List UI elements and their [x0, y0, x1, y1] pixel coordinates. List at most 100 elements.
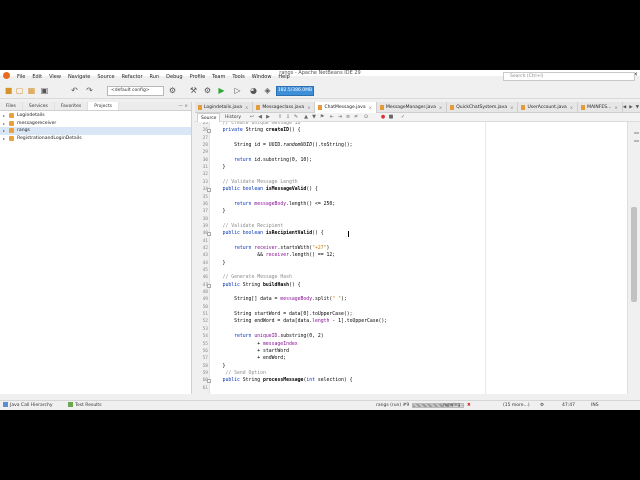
editor-tab-label: UserAccount.java — [527, 105, 567, 110]
project-item[interactable]: ▸ Logindetails — [0, 112, 191, 120]
project-item[interactable]: ▸ RegistrationandLoginDetails — [0, 135, 191, 143]
editor-scrollbar[interactable] — [627, 122, 640, 394]
close-tab-icon[interactable]: × — [614, 105, 617, 110]
toggle-bookmark-icon[interactable]: ⚑ — [319, 114, 325, 120]
menu-window[interactable]: Window — [252, 74, 272, 80]
java-file-icon — [198, 105, 202, 110]
menu-team[interactable]: Team — [212, 74, 225, 80]
debug-icon[interactable]: ▷ — [233, 86, 242, 95]
back-icon[interactable]: ◀ — [257, 114, 263, 120]
toggle-highlight-icon[interactable]: ✎ — [293, 114, 299, 120]
config-gear-icon[interactable]: ⚙ — [168, 86, 177, 95]
last-edit-icon[interactable]: ↩ — [249, 114, 255, 120]
menu-profile[interactable]: Profile — [190, 74, 206, 80]
editor-tab[interactable]: MessageManager.java × — [377, 102, 448, 113]
menu-file[interactable]: File — [17, 74, 25, 80]
code-text: public String processMessage(int selecti… — [222, 378, 353, 384]
fold-toggle-icon[interactable]: - — [207, 129, 211, 134]
fold-toggle-icon[interactable]: - — [207, 379, 211, 384]
run-icon[interactable]: ▶ — [217, 86, 226, 95]
scroll-right-icon[interactable]: ▶ — [629, 105, 632, 110]
error-stripe-mark — [634, 140, 639, 142]
close-tab-icon[interactable]: × — [510, 105, 513, 110]
tab-files[interactable]: Files — [0, 102, 23, 110]
fold-toggle-icon[interactable]: - — [207, 188, 211, 193]
shift-right-icon[interactable]: ⇥ — [337, 114, 343, 120]
new-file-icon[interactable]: ▢ — [15, 86, 24, 95]
profile-icon[interactable]: ◕ — [249, 86, 258, 95]
close-tab-icon[interactable]: × — [307, 105, 310, 110]
close-tab-icon[interactable]: × — [369, 105, 372, 110]
next-bookmark-icon[interactable]: ▼ — [311, 114, 317, 120]
menu-tools[interactable]: Tools — [232, 74, 244, 80]
editor-tab-label: QuickChatSystem.java — [456, 105, 508, 110]
close-tab-icon[interactable]: × — [570, 105, 573, 110]
search-input[interactable]: Search (Ctrl+I) — [503, 72, 635, 81]
redo-icon[interactable]: ↷ — [85, 86, 94, 95]
source-tab[interactable]: Source — [197, 113, 221, 122]
menu-navigate[interactable]: Navigate — [68, 74, 90, 80]
stop-run-icon[interactable]: ✖ — [467, 401, 471, 410]
project-item[interactable]: ▸ messagereceiver — [0, 120, 191, 128]
comment-icon[interactable]: ≡ — [345, 114, 351, 120]
prev-bookmark-icon[interactable]: ▲ — [303, 114, 309, 120]
editor-tab[interactable]: Messageclass.java × — [253, 102, 316, 113]
run-status-label[interactable]: rangs (run) #9 — [376, 401, 409, 410]
test-results-button[interactable]: Test Results — [68, 401, 102, 410]
tab-favorites[interactable]: Favorites — [55, 102, 89, 110]
more-tasks-link[interactable]: (15 more...) — [503, 401, 530, 410]
call-hierarchy-button[interactable]: Java Call Hierarchy — [3, 401, 53, 410]
clean-build-icon[interactable]: ⚒ — [189, 86, 198, 95]
menu-run[interactable]: Run — [150, 74, 160, 80]
stop-macro-icon[interactable]: ■ — [388, 114, 394, 120]
new-project-icon[interactable]: ■ — [4, 86, 13, 95]
menu-bar: File Edit View Navigate Source Refactor Run Deb… — [0, 71, 635, 82]
uncomment-icon[interactable]: ≠ — [353, 114, 359, 120]
panel-controls-icon[interactable]: — × — [178, 102, 191, 110]
memory-indicator[interactable]: 182.5/386.0MB — [276, 86, 314, 96]
project-item[interactable]: ▸ rangs — [0, 127, 191, 135]
config-select[interactable]: <default config> — [107, 86, 164, 96]
history-tab[interactable]: History — [222, 113, 244, 122]
open-project-icon[interactable]: ▦ — [27, 86, 36, 95]
project-icon — [9, 128, 14, 134]
undo-icon[interactable]: ↶ — [70, 86, 79, 95]
editor-tab[interactable]: UserAccount.java × — [518, 102, 579, 113]
tab-services[interactable]: Services — [23, 102, 55, 110]
tab-projects[interactable]: Projects — [88, 102, 119, 110]
code-editor[interactable]: 25 // Create unique message ID 26- privat… — [195, 122, 627, 394]
check-icon[interactable]: ✓ — [400, 114, 406, 120]
apply-changes-icon[interactable]: ◈ — [263, 86, 272, 95]
close-tab-icon[interactable]: × — [245, 105, 248, 110]
editor-tab[interactable]: MAINFES... × — [578, 102, 623, 113]
editor-tab[interactable]: QuickChatSystem.java × — [447, 102, 519, 113]
menu-help[interactable]: Help — [278, 74, 289, 80]
save-all-icon[interactable]: ▣ — [40, 86, 49, 95]
notifications-icon[interactable]: ⚙ — [540, 401, 544, 410]
editor-tab[interactable]: Logindetails.java × — [195, 102, 254, 113]
shift-left-icon[interactable]: ⇤ — [329, 114, 335, 120]
record-macro-icon[interactable]: ● — [380, 114, 386, 120]
start-macro-icon[interactable]: ⊙ — [363, 114, 369, 120]
forward-icon[interactable]: ▶ — [265, 114, 271, 120]
editor-tab[interactable]: ChatMessage.java × — [315, 102, 377, 113]
scrollbar-thumb[interactable] — [631, 207, 637, 302]
editor-tab-label: Logindetails.java — [204, 105, 242, 110]
fold-toggle-icon[interactable]: - — [207, 283, 211, 288]
project-name: Logindetails — [17, 113, 45, 119]
menu-source[interactable]: Source — [97, 74, 114, 80]
find-previous-icon[interactable]: ⇧ — [277, 114, 283, 120]
menu-refactor[interactable]: Refactor — [122, 74, 143, 80]
build-icon[interactable]: ⚙ — [203, 86, 212, 95]
find-next-icon[interactable]: ⇩ — [285, 114, 291, 120]
scroll-left-icon[interactable]: ◀ — [623, 105, 626, 110]
code-line[interactable]: 61 — [203, 385, 627, 393]
close-tab-icon[interactable]: × — [439, 105, 442, 110]
menu-view[interactable]: View — [49, 74, 61, 80]
menu-edit[interactable]: Edit — [32, 74, 42, 80]
show-opened-icon[interactable]: ▼ — [636, 105, 639, 110]
code-text: return id.substring(0, 10); — [234, 157, 313, 163]
code-text: String[] data = messageBody.split(" "); — [211, 297, 347, 303]
fold-toggle-icon[interactable]: - — [207, 232, 211, 237]
menu-debug[interactable]: Debug — [166, 74, 182, 80]
